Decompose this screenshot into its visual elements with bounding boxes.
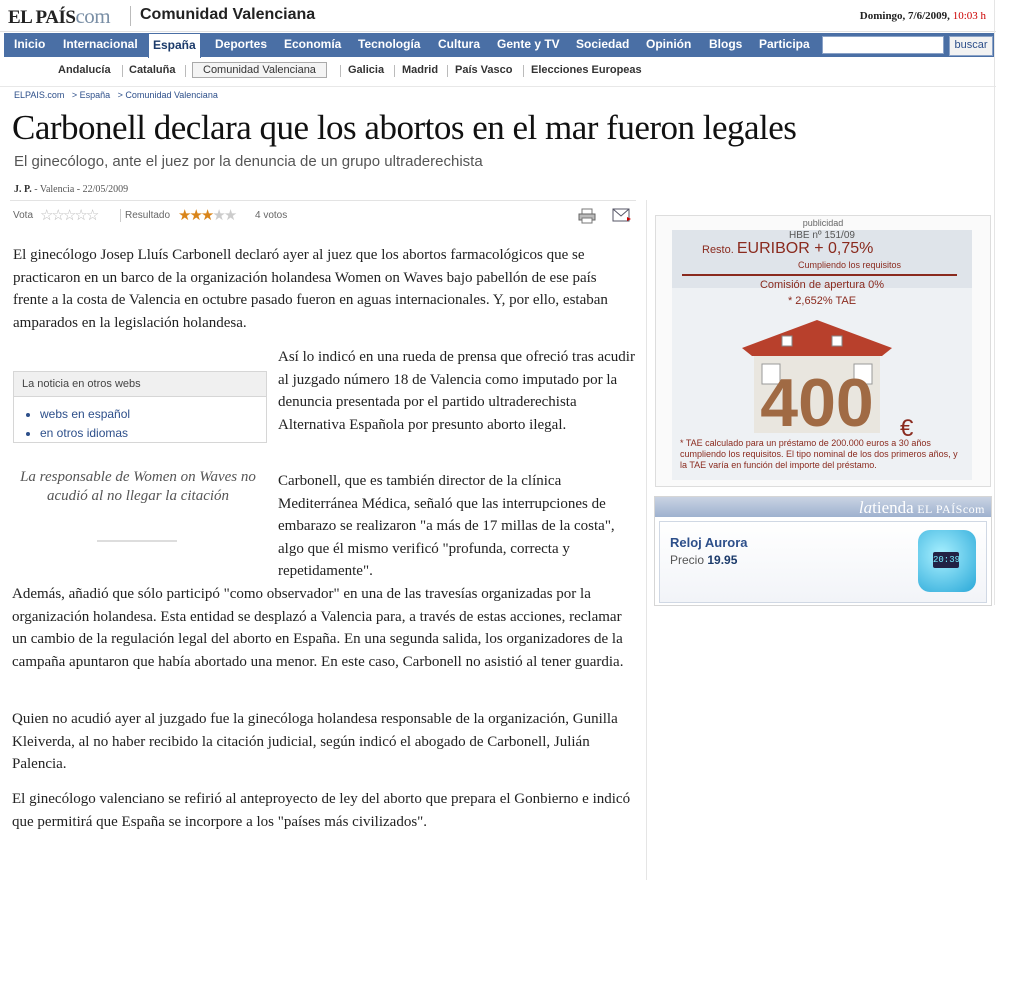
nav-opinion[interactable]: Opinión bbox=[646, 33, 691, 57]
subnav-andalucia[interactable]: Andalucía bbox=[58, 64, 111, 76]
vote-stars[interactable]: ☆☆☆☆☆ bbox=[40, 206, 100, 224]
nav-participa[interactable]: Participa bbox=[759, 33, 810, 57]
subnav-divider bbox=[340, 65, 341, 77]
nav-deportes[interactable]: Deportes bbox=[215, 33, 267, 57]
article-paragraph: El ginecólogo valenciano se refirió al a… bbox=[12, 791, 631, 830]
article-byline: J. P. - Valencia - 22/05/2009 bbox=[14, 184, 129, 195]
article-paragraph: Así lo indicó en una rueda de prensa que… bbox=[278, 349, 635, 433]
rating-stars: ★★★★★ bbox=[178, 206, 238, 224]
nav-espana[interactable]: España bbox=[148, 33, 201, 58]
search-input[interactable] bbox=[822, 36, 944, 54]
product-name[interactable]: Reloj Aurora bbox=[670, 535, 748, 550]
star-empty-icon: ★ bbox=[223, 207, 238, 224]
link-webs-espanol[interactable]: webs en español bbox=[40, 407, 130, 421]
article-paragraph: Quien no acudió ayer al juzgado fue la g… bbox=[12, 711, 618, 773]
house-illustration: 400 bbox=[742, 320, 892, 433]
other-webs-box: La noticia en otros webs webs en español… bbox=[13, 371, 267, 443]
star-outline-icon[interactable]: ☆ bbox=[51, 207, 65, 224]
subnav-madrid[interactable]: Madrid bbox=[402, 64, 438, 76]
star-filled-icon: ★ bbox=[200, 207, 215, 224]
nav-internacional[interactable]: Internacional bbox=[63, 33, 138, 57]
ad-footnote: * TAE calculado para un préstamo de 200.… bbox=[680, 438, 958, 470]
subnav-divider bbox=[122, 65, 123, 77]
ad-banner[interactable]: HBE nº 151/09 Resto. EURIBOR + 0,75% Cum… bbox=[672, 230, 972, 480]
subnav-divider bbox=[523, 65, 524, 77]
star-empty-icon: ★ bbox=[212, 207, 226, 224]
article-paragraph: Carbonell, que es también director de la… bbox=[278, 473, 615, 580]
subnav-divider bbox=[447, 65, 448, 77]
clock-product-image[interactable]: 20:39 bbox=[918, 530, 976, 592]
clock-screen: 20:39 bbox=[933, 552, 960, 568]
right-border bbox=[994, 0, 995, 605]
sub-nav: Andalucía Cataluña Comunidad Valenciana … bbox=[0, 58, 996, 87]
article-paragraph: El ginecólogo Josep Lluís Carbonell decl… bbox=[13, 247, 608, 331]
pull-quote: La responsable de Women on Waves no acud… bbox=[20, 469, 256, 504]
breadcrumb-espana[interactable]: > España bbox=[72, 90, 110, 100]
star-outline-icon[interactable]: ☆ bbox=[63, 207, 77, 224]
quote-divider bbox=[97, 540, 177, 542]
nav-tecnologia[interactable]: Tecnología bbox=[358, 33, 420, 57]
star-outline-icon[interactable]: ☆ bbox=[40, 207, 54, 224]
star-filled-icon: ★ bbox=[178, 207, 192, 224]
subnav-comunidad-valenciana[interactable]: Comunidad Valenciana bbox=[192, 62, 327, 78]
print-icon[interactable] bbox=[578, 208, 596, 224]
star-outline-icon[interactable]: ☆ bbox=[74, 207, 88, 224]
ad-amount: 400 bbox=[760, 365, 873, 433]
result-label: Resultado bbox=[125, 210, 171, 221]
ad-label: publicidad bbox=[802, 218, 844, 228]
ad-tae: * 2,652% TAE bbox=[787, 295, 857, 307]
link-otros-idiomas[interactable]: en otros idiomas bbox=[40, 426, 128, 440]
subnav-elecciones-europeas[interactable]: Elecciones Europeas bbox=[531, 64, 642, 76]
shop-header: latienda EL PAÍScom bbox=[655, 497, 991, 517]
article-paragraph: Además, añadió que sólo participó "como … bbox=[12, 586, 624, 670]
nav-sociedad[interactable]: Sociedad bbox=[576, 33, 629, 57]
breadcrumb-home[interactable]: ELPAIS.com bbox=[14, 90, 64, 100]
nav-economia[interactable]: Economía bbox=[284, 33, 341, 57]
author: J. P. bbox=[14, 184, 32, 195]
elpais-logo[interactable]: EL PAÍScom bbox=[8, 4, 111, 29]
article-title: Carbonell declara que los abortos en el … bbox=[12, 108, 797, 147]
star-outline-icon[interactable]: ☆ bbox=[86, 207, 100, 224]
main-nav: Inicio Internacional España Deportes Eco… bbox=[4, 33, 994, 58]
ad-euribor: Resto. EURIBOR + 0,75% bbox=[702, 240, 874, 257]
article-subtitle: El ginecólogo, ante el juez por la denun… bbox=[14, 153, 483, 170]
shop-widget[interactable]: latienda EL PAÍScom Reloj Aurora Precio … bbox=[654, 496, 992, 606]
vote-divider bbox=[120, 209, 121, 222]
page-header: EL PAÍScom Comunidad Valenciana Domingo,… bbox=[0, 0, 996, 32]
vote-label: Vota bbox=[13, 210, 34, 221]
advertisement[interactable]: publicidad HBE nº 151/09 Resto. EURIBOR … bbox=[655, 215, 991, 487]
vote-bar: Vota ☆☆☆☆☆ Resultado ★★★★★ 4 votos bbox=[10, 200, 636, 231]
ad-requisitos: Cumpliendo los requisitos bbox=[798, 260, 902, 270]
email-icon[interactable] bbox=[612, 208, 632, 222]
subnav-galicia[interactable]: Galicia bbox=[348, 64, 384, 76]
subnav-divider bbox=[185, 65, 186, 77]
breadcrumb-comunidad-valenciana[interactable]: > Comunidad Valenciana bbox=[118, 90, 218, 100]
product-price: Precio 19.95 bbox=[670, 553, 738, 567]
votes-count: 4 votos bbox=[255, 210, 288, 221]
subnav-divider bbox=[394, 65, 395, 77]
other-webs-title: La noticia en otros webs bbox=[14, 372, 266, 397]
star-filled-icon: ★ bbox=[189, 207, 203, 224]
shop-product[interactable]: Reloj Aurora Precio 19.95 20:39 bbox=[659, 521, 987, 603]
subnav-cataluna[interactable]: Cataluña bbox=[129, 64, 175, 76]
breadcrumb: ELPAIS.com > España > Comunidad Valencia… bbox=[14, 90, 218, 100]
ad-comision: Comisión de apertura 0% bbox=[759, 279, 885, 291]
date-time: Domingo, 7/6/2009, 10:03 h bbox=[859, 10, 986, 22]
nav-gente-y-tv[interactable]: Gente y TV bbox=[497, 33, 560, 57]
nav-cultura[interactable]: Cultura bbox=[438, 33, 480, 57]
section-title: Comunidad Valenciana bbox=[140, 6, 316, 23]
logo-divider bbox=[130, 6, 131, 26]
subnav-pais-vasco[interactable]: País Vasco bbox=[455, 64, 513, 76]
nav-inicio[interactable]: Inicio bbox=[14, 33, 45, 57]
ad-divider bbox=[682, 274, 957, 276]
search-button[interactable]: buscar bbox=[949, 36, 993, 56]
other-webs-list: webs en español en otros idiomas bbox=[14, 405, 266, 443]
shop-brand: latienda EL PAÍScom bbox=[858, 498, 985, 517]
nav-blogs[interactable]: Blogs bbox=[709, 33, 742, 57]
column-divider bbox=[646, 200, 647, 880]
